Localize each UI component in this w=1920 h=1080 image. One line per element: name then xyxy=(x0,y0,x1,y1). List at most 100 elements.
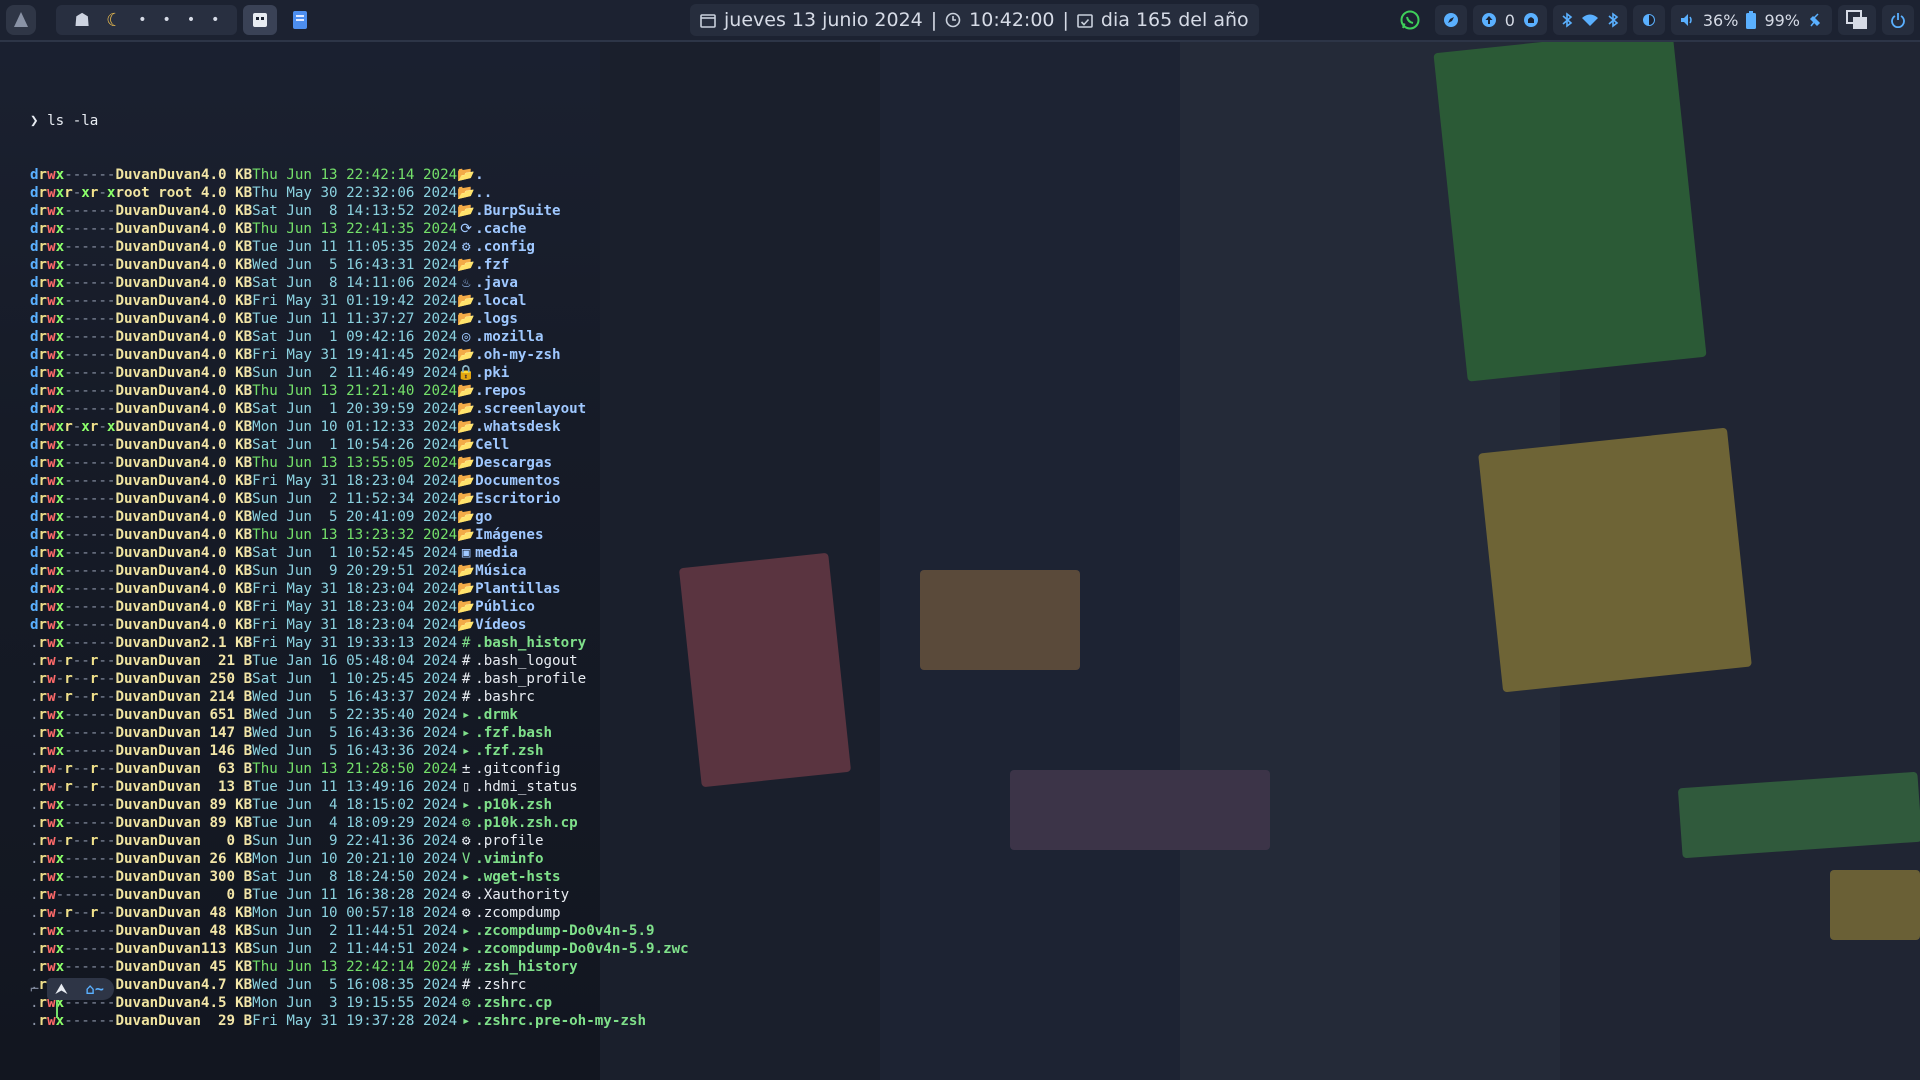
window-switcher[interactable] xyxy=(1838,5,1876,35)
file-date: Sat Jun 1 09:42:16 2024 xyxy=(252,329,458,345)
list-item[interactable]: drwx------ Duvan Duvan 4.0 KB Sat Jun 8 … xyxy=(30,202,1330,220)
terminal-app-icon[interactable] xyxy=(243,5,278,35)
file-group: Duvan xyxy=(158,563,201,579)
file-name: .Xauthority xyxy=(475,887,570,903)
list-item[interactable]: drwx------ Duvan Duvan 4.0 KB Thu Jun 13… xyxy=(30,166,1330,184)
bluetooth-icon[interactable] xyxy=(1607,12,1619,28)
document-app-icon[interactable] xyxy=(283,5,317,35)
list-item[interactable]: .rwx------ Duvan Duvan 147 B Wed Jun 5 1… xyxy=(30,724,1330,742)
list-item[interactable]: drwx------ Duvan Duvan 4.0 KB Sat Jun 1 … xyxy=(30,544,1330,562)
list-item[interactable]: .rwx------ Duvan Duvan 4.5 KB Mon Jun 3 … xyxy=(30,994,1330,1012)
status-tray[interactable]: 36% 99% xyxy=(1670,5,1832,35)
list-item[interactable]: drwx------ Duvan Duvan 4.0 KB Wed Jun 5 … xyxy=(30,508,1330,526)
list-item[interactable]: drwx------ Duvan Duvan 4.0 KB Thu Jun 13… xyxy=(30,454,1330,472)
list-item[interactable]: .rwx------ Duvan Duvan 89 KB Tue Jun 4 1… xyxy=(30,796,1330,814)
list-item[interactable]: drwxr-xr-x Duvan Duvan 4.0 KB Mon Jun 10… xyxy=(30,418,1330,436)
list-item[interactable]: drwx------ Duvan Duvan 4.0 KB Sun Jun 9 … xyxy=(30,562,1330,580)
compass-icon[interactable] xyxy=(1443,12,1459,28)
list-item[interactable]: drwx------ Duvan Duvan 4.0 KB Fri May 31… xyxy=(30,580,1330,598)
shell-prompt[interactable]: ⌐ ⮝ ⌂ ~ xyxy=(30,976,114,1002)
permission-char: r xyxy=(38,707,48,723)
compass-tray[interactable] xyxy=(1434,5,1467,35)
permission-char: - xyxy=(72,815,82,831)
moon-icon[interactable]: ☾ xyxy=(106,10,122,31)
workspace-dot[interactable]: • xyxy=(211,12,219,28)
list-item[interactable]: .rwx------ Duvan Duvan 48 KB Sun Jun 2 1… xyxy=(30,922,1330,940)
ghost-icon[interactable]: ☗ xyxy=(74,10,90,31)
volume-icon[interactable] xyxy=(1679,12,1695,28)
wifi-icon[interactable] xyxy=(1581,13,1599,27)
list-item[interactable]: .rwx------ Duvan Duvan 113 KB Sun Jun 2 … xyxy=(30,940,1330,958)
list-item[interactable]: drwx------ Duvan Duvan 4.0 KB Fri May 31… xyxy=(30,616,1330,634)
list-item[interactable]: drwx------ Duvan Duvan 4.0 KB Sun Jun 2 … xyxy=(30,490,1330,508)
list-item[interactable]: .rw-r--r-- Duvan Duvan 214 B Wed Jun 5 1… xyxy=(30,688,1330,706)
list-item[interactable]: drwx------ Duvan Duvan 4.0 KB Fri May 31… xyxy=(30,472,1330,490)
list-item[interactable]: .rwx------ Duvan Duvan 45 KB Thu Jun 13 … xyxy=(30,958,1330,976)
permission-char: - xyxy=(72,167,82,183)
list-item[interactable]: drwx------ Duvan Duvan 4.0 KB Fri May 31… xyxy=(30,598,1330,616)
terminal-output[interactable]: ❯ ls -la drwx------ Duvan Duvan 4.0 KB T… xyxy=(30,76,1330,1048)
list-item[interactable]: .rwx------ Duvan Duvan 651 B Wed Jun 5 2… xyxy=(30,706,1330,724)
list-item[interactable]: drwx------ Duvan Duvan 4.0 KB Sat Jun 1 … xyxy=(30,328,1330,346)
permission-char: x xyxy=(55,365,65,381)
list-item[interactable]: .rw-r--r-- Duvan Duvan 48 KB Mon Jun 10 … xyxy=(30,904,1330,922)
connectivity-tray[interactable] xyxy=(1552,5,1627,35)
list-item[interactable]: .rwx------ Duvan Duvan 89 KB Tue Jun 4 1… xyxy=(30,814,1330,832)
list-item[interactable]: .rw-r--r-- Duvan Duvan 250 B Sat Jun 1 1… xyxy=(30,670,1330,688)
date-time-widget[interactable]: jueves 13 junio 2024 | 10:42:00 | dia 16… xyxy=(690,4,1259,36)
whatsapp-tray[interactable] xyxy=(1391,5,1429,35)
list-item[interactable]: .rw-r--r-- Duvan Duvan 21 B Tue Jan 16 0… xyxy=(30,652,1330,670)
permission-char: - xyxy=(106,293,116,309)
permission-char: x xyxy=(55,599,65,615)
power-tray[interactable] xyxy=(1882,5,1914,35)
ls-listing: drwx------ Duvan Duvan 4.0 KB Thu Jun 13… xyxy=(30,166,1330,1030)
workspace-dot[interactable]: • xyxy=(138,12,146,28)
permission-char: r xyxy=(38,761,48,777)
list-item[interactable]: drwx------ Duvan Duvan 4.0 KB Fri May 31… xyxy=(30,346,1330,364)
workspace-dot[interactable]: • xyxy=(187,12,195,28)
list-item[interactable]: drwx------ Duvan Duvan 4.0 KB Sun Jun 2 … xyxy=(30,364,1330,382)
windows-icon[interactable] xyxy=(1846,10,1868,30)
list-item[interactable]: .rwx------ Duvan Duvan 146 B Wed Jun 5 1… xyxy=(30,742,1330,760)
permission-char: - xyxy=(81,527,90,543)
permission-char: - xyxy=(72,833,82,849)
file-type-icon: ▸ xyxy=(461,743,471,759)
list-item[interactable]: .rwx------ Duvan Duvan 26 KB Mon Jun 10 … xyxy=(30,850,1330,868)
file-name: .BurpSuite xyxy=(475,203,561,219)
list-item[interactable]: .rwx------ Duvan Duvan 300 B Sat Jun 8 1… xyxy=(30,868,1330,886)
list-item[interactable]: drwx------ Duvan Duvan 4.0 KB Thu Jun 13… xyxy=(30,382,1330,400)
permission-char: w xyxy=(47,833,56,849)
list-item[interactable]: drwx------ Duvan Duvan 4.0 KB Tue Jun 11… xyxy=(30,238,1330,256)
file-owner: Duvan xyxy=(115,311,159,327)
list-item[interactable]: drwx------ Duvan Duvan 4.0 KB Wed Jun 5 … xyxy=(30,256,1330,274)
list-item[interactable]: drwx------ Duvan Duvan 4.0 KB Tue Jun 11… xyxy=(30,310,1330,328)
list-item[interactable]: .rw-r--r-- Duvan Duvan 4.7 KB Wed Jun 5 … xyxy=(30,976,1330,994)
whatsapp-icon[interactable] xyxy=(1399,9,1421,31)
list-item[interactable]: drwx------ Duvan Duvan 4.0 KB Sat Jun 8 … xyxy=(30,274,1330,292)
list-item[interactable]: drwx------ Duvan Duvan 4.0 KB Fri May 31… xyxy=(30,292,1330,310)
power-icon[interactable] xyxy=(1890,12,1906,28)
list-item[interactable]: drwx------ Duvan Duvan 4.0 KB Sat Jun 1 … xyxy=(30,436,1330,454)
list-item[interactable]: drwx------ Duvan Duvan 4.0 KB Thu Jun 13… xyxy=(30,220,1330,238)
current-time: 10:42:00 xyxy=(969,9,1055,31)
list-item[interactable]: drwx------ Duvan Duvan 4.0 KB Thu Jun 13… xyxy=(30,526,1330,544)
list-item[interactable]: .rwx------ Duvan Duvan 29 B Fri May 31 1… xyxy=(30,1012,1330,1030)
workspace-dot[interactable]: • xyxy=(163,12,171,28)
permission-char: w xyxy=(47,455,56,471)
list-item[interactable]: .rw-r--r-- Duvan Duvan 0 B Sun Jun 9 22:… xyxy=(30,832,1330,850)
distro-logo-icon[interactable] xyxy=(6,5,36,35)
bluetooth-off-icon[interactable] xyxy=(1561,12,1573,28)
list-item[interactable]: .rw-r--r-- Duvan Duvan 13 B Tue Jun 11 1… xyxy=(30,778,1330,796)
list-item[interactable]: .rwx------ Duvan Duvan 2.1 KB Fri May 31… xyxy=(30,634,1330,652)
file-permissions: drwx------ xyxy=(30,310,115,328)
brightness-icon[interactable] xyxy=(1641,12,1657,28)
updates-tray[interactable]: 0 xyxy=(1472,5,1547,35)
permission-char: r xyxy=(64,905,73,921)
list-item[interactable]: .rw-r--r-- Duvan Duvan 63 B Thu Jun 13 2… xyxy=(30,760,1330,778)
list-item[interactable]: drwx------ Duvan Duvan 4.0 KB Sat Jun 1 … xyxy=(30,400,1330,418)
list-item[interactable]: drwxr-xr-x root root 4.0 KB Thu May 30 2… xyxy=(30,184,1330,202)
list-item[interactable]: .rw------- Duvan Duvan 0 B Tue Jun 11 16… xyxy=(30,886,1330,904)
permission-char: - xyxy=(72,311,82,327)
bell-icon[interactable] xyxy=(1523,12,1539,28)
brightness-tray[interactable] xyxy=(1632,5,1665,35)
